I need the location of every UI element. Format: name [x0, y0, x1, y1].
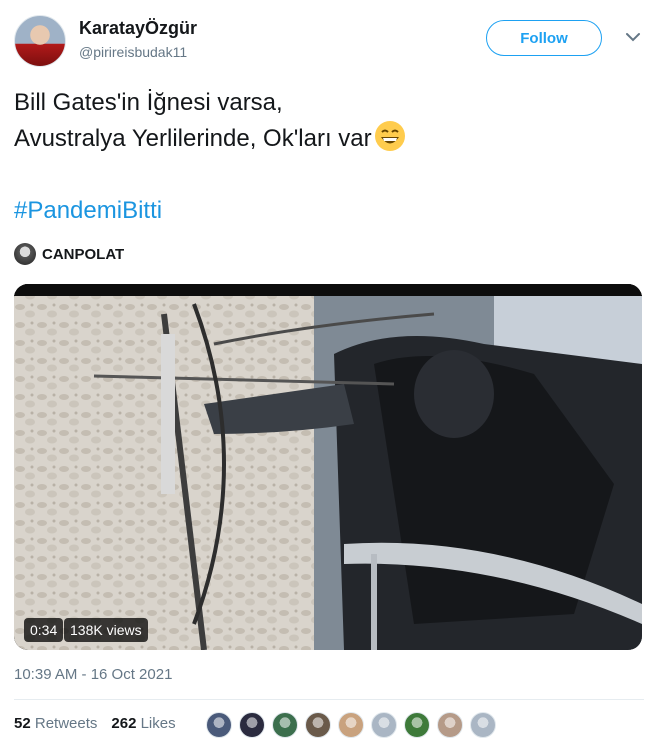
author-avatar[interactable]: [14, 15, 66, 67]
liker-avatar[interactable]: [371, 712, 397, 738]
divider: [14, 699, 644, 700]
liker-avatar[interactable]: [239, 712, 265, 738]
tweet-timestamp[interactable]: 10:39 AM - 16 Oct 2021: [14, 666, 172, 683]
liker-avatar[interactable]: [338, 712, 364, 738]
video-views-badge: 138K views: [64, 618, 148, 642]
likes-label: Likes: [140, 715, 176, 732]
chevron-down-icon[interactable]: [624, 28, 642, 46]
tweet-text-line: Bill Gates'in İğnesi varsa,: [14, 89, 283, 116]
quoted-user-name: CANPOLAT: [42, 245, 125, 263]
grinning-face-emoji-icon: [374, 121, 405, 151]
quoted-user-avatar: [14, 243, 36, 265]
liker-avatar[interactable]: [437, 712, 463, 738]
retweets-label: Retweets: [34, 715, 98, 732]
liker-avatar[interactable]: [305, 712, 331, 738]
tweet-text: Bill Gates'in İğnesi varsa, Avustralya Y…: [14, 86, 634, 156]
video-player[interactable]: [14, 284, 642, 650]
likes-stat[interactable]: 262 Likes: [111, 715, 175, 732]
hashtag-link[interactable]: #PandemiBitti: [14, 197, 162, 225]
likes-count: 262: [111, 715, 137, 732]
follow-button[interactable]: Follow: [486, 20, 602, 56]
liker-avatar[interactable]: [470, 712, 496, 738]
liker-avatar[interactable]: [206, 712, 232, 738]
retweets-stat[interactable]: 52 Retweets: [14, 715, 97, 732]
author-handle[interactable]: @pirireisbudak11: [79, 44, 187, 60]
retweets-count: 52: [14, 715, 31, 732]
liker-avatars: [206, 712, 503, 738]
author-display-name[interactable]: KaratayÖzgür: [79, 18, 197, 39]
liker-avatar[interactable]: [272, 712, 298, 738]
tweet-stats: 52 Retweets 262 Likes: [14, 715, 176, 732]
liker-avatar[interactable]: [404, 712, 430, 738]
quoted-user[interactable]: CANPOLAT: [14, 241, 124, 267]
video-duration-badge: 0:34: [24, 618, 64, 642]
tweet-text-content: Avustralya Yerlilerinde, Ok'ları var: [14, 125, 372, 152]
video-frame: [14, 284, 642, 650]
tweet-text-line: Avustralya Yerlilerinde, Ok'ları var: [14, 120, 634, 156]
tweet-header: KaratayÖzgür @pirireisbudak11 Follow: [0, 0, 658, 80]
